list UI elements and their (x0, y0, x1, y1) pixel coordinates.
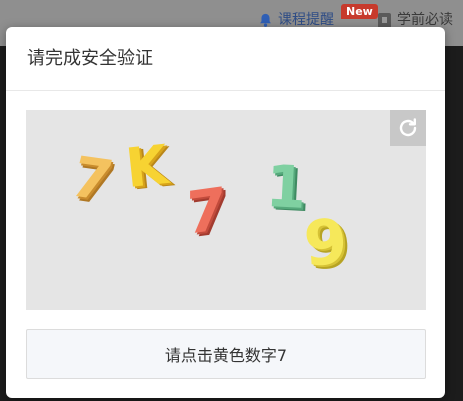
verification-prompt: 请点击黄色数字7 (26, 329, 426, 379)
new-badge: New (341, 4, 378, 19)
captcha-glyph-7-orange[interactable]: 7 (64, 145, 118, 214)
refresh-button[interactable] (390, 110, 426, 146)
captcha-image[interactable]: 7 K 7 1 9 (26, 110, 426, 310)
bell-icon (260, 13, 271, 27)
captcha-glyph-7-red[interactable]: 7 (186, 174, 226, 248)
captcha-glyph-k-yellow[interactable]: K (123, 133, 171, 200)
dialog-title: 请完成安全验证 (27, 48, 153, 69)
captcha-glyph-9-yellow[interactable]: 9 (301, 205, 349, 281)
refresh-icon (399, 118, 417, 137)
security-verification-dialog: 请完成安全验证 7 K 7 1 9 请点击黄色数字7 (6, 27, 445, 398)
title-divider (6, 90, 445, 91)
book-icon (378, 12, 391, 28)
